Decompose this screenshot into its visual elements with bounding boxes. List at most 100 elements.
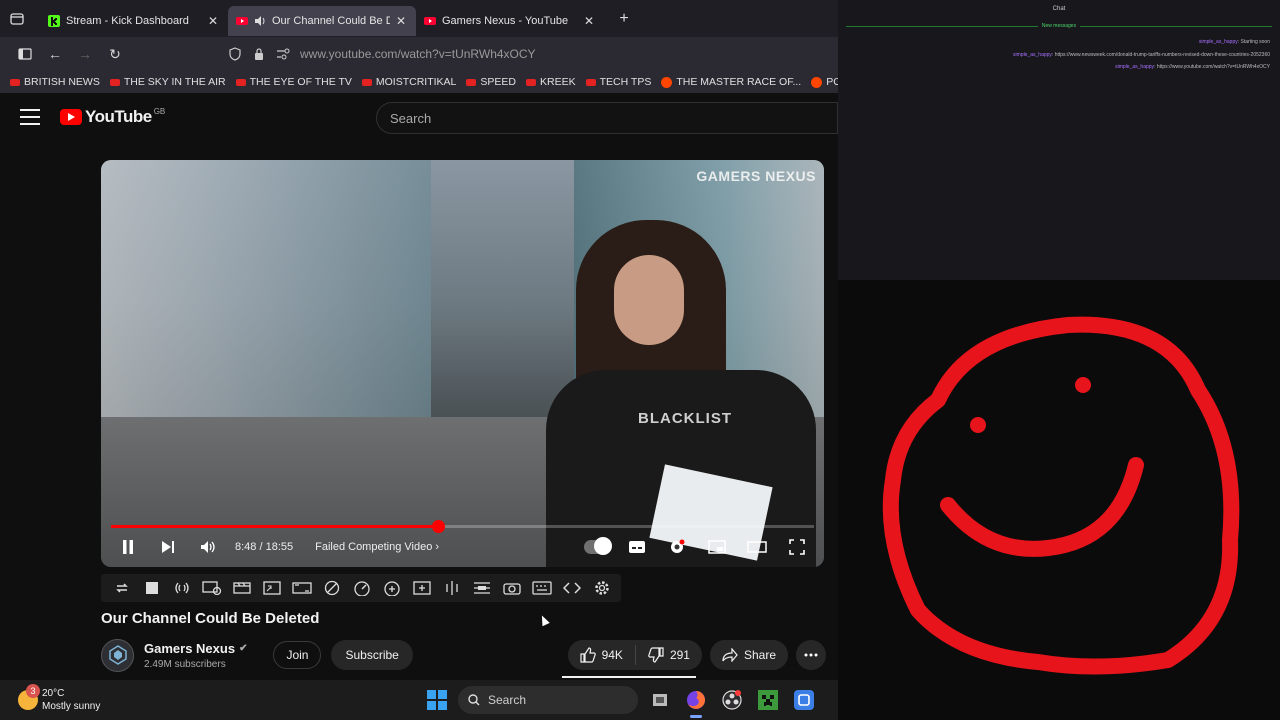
chat-username[interactable]: simple_as_happy [1115,64,1154,70]
more-actions-icon[interactable] [796,640,826,670]
firefox-icon[interactable] [682,686,710,718]
share-button[interactable]: Share [709,640,788,670]
enhancer-toolbar [101,574,621,602]
youtube-logo[interactable]: YouTube GB [60,107,165,127]
back-arrow-icon[interactable]: ← [40,41,70,67]
close-icon[interactable]: ✕ [394,14,408,28]
film-icon[interactable] [231,578,252,599]
search-input[interactable]: Search [376,102,838,134]
speaker-icon[interactable] [254,15,266,27]
tab-kick-dashboard[interactable]: Stream - Kick Dashboard ✕ [40,6,228,36]
screenshot-camera-icon[interactable] [501,578,522,599]
lock-icon[interactable] [252,47,266,61]
tab-list-icon[interactable] [6,8,28,30]
bookmark-item[interactable]: THE EYE OF THE TV [235,76,352,88]
bookmark-item[interactable]: BRITISH NEWS [10,76,100,88]
chat-username[interactable]: simple_as_happy [1199,39,1238,45]
bookmark-label: BRITISH NEWS [24,76,100,88]
stop-icon[interactable] [141,578,162,599]
menu-icon[interactable] [20,109,40,125]
bookmark-item[interactable]: THE MASTER RACE OF... [661,76,801,88]
bookmark-item[interactable]: MOISTCRITIKAL [361,76,456,88]
popup-player-icon[interactable] [471,578,492,599]
keyboard-icon[interactable] [531,578,552,599]
kick-icon [48,14,60,27]
windows-start-icon[interactable] [424,687,450,713]
close-icon[interactable]: ✕ [206,14,220,28]
volume-icon[interactable] [195,534,221,560]
gear-icon[interactable] [591,578,612,599]
tab-gamers-nexus[interactable]: Gamers Nexus - YouTube ✕ [416,6,604,36]
chat-text: Starting soon [1240,39,1270,45]
task-view-icon[interactable] [646,686,674,714]
channel-info: Gamers Nexus ✔ 2.49M subscribers [144,641,247,670]
youtube-icon [585,78,596,86]
theater-mode-icon[interactable] [744,534,770,560]
cinema-view-icon[interactable] [201,578,222,599]
youtube-icon [236,15,248,27]
address-bar[interactable]: www.youtube.com/watch?v=tUnRWh4xOCY [228,41,828,67]
new-tab-plus-icon[interactable]: + [612,7,636,31]
bookmark-label: SPEED [480,76,517,88]
speed-control-icon[interactable] [381,578,402,599]
mirror-icon[interactable] [441,578,462,599]
forward-arrow-icon[interactable]: → [70,41,100,67]
thumbs-down-icon [648,647,664,663]
bookmark-item[interactable]: KREEK [526,76,576,88]
subscribe-button[interactable]: Subscribe [331,640,413,670]
subtitles-icon[interactable] [624,534,650,560]
minecraft-icon[interactable] [754,686,782,714]
join-button[interactable]: Join [273,641,322,669]
dislike-button[interactable]: 291 [636,640,702,670]
pause-icon[interactable] [115,534,141,560]
code-icon[interactable] [561,578,582,599]
chat-username[interactable]: simple_as_happy [1013,52,1052,58]
like-button[interactable]: 94K [568,640,635,670]
next-icon[interactable] [155,534,181,560]
fullscreen-icon[interactable] [784,534,810,560]
chapter-title[interactable]: Failed Competing Video › [315,541,439,553]
weather-condition: Mostly sunny [42,701,101,712]
channel-avatar[interactable] [101,638,134,672]
remote-app-icon[interactable] [790,686,818,714]
weather-widget[interactable]: 3 20°C Mostly sunny [18,684,101,713]
video-player[interactable]: BLACKLIST GAMERS NEXUS 8:48 / 18:55 Fail… [101,160,824,567]
ad-block-icon[interactable] [321,578,342,599]
tab-bar: Stream - Kick Dashboard ✕ Our Channel Co… [0,0,838,37]
volume-boost-icon[interactable] [411,578,432,599]
shield-icon[interactable] [228,47,242,61]
tab-label: Our Channel Could Be Deleted [272,14,390,27]
bookmark-item[interactable]: THE SKY IN THE AIR [109,76,226,88]
youtube-header: YouTube GB Search [0,93,838,141]
thumbs-up-icon [579,647,596,663]
expand-icon[interactable] [261,578,282,599]
verified-check-icon: ✔ [239,642,248,654]
reddit-icon [661,76,673,88]
country-code: GB [153,106,166,116]
screen-size-icon[interactable] [291,578,312,599]
settings-gear-icon[interactable] [664,534,690,560]
sidebar-toggle-icon[interactable] [10,41,40,67]
tab-label: Gamers Nexus - YouTube [442,14,569,27]
bookmark-item[interactable]: TECH TPS [585,76,651,88]
speed-gauge-icon[interactable] [351,578,372,599]
broadcast-icon[interactable] [171,578,192,599]
channel-name[interactable]: Gamers Nexus ✔ [144,641,247,656]
youtube-icon [526,78,537,86]
tab-our-channel[interactable]: Our Channel Could Be Deleted ✕ [228,5,416,36]
subscriber-count: 2.49M subscribers [144,658,226,670]
miniplayer-icon[interactable] [704,534,730,560]
close-icon[interactable]: ✕ [582,14,596,28]
video-title: Our Channel Could Be Deleted [101,610,320,627]
time-display: 8:48 / 18:55 [235,541,294,553]
bookmark-item[interactable]: SPEED [466,76,516,88]
weather-alert-badge: 3 [26,684,40,698]
obs-studio-icon[interactable] [718,686,746,714]
autoplay-toggle[interactable] [584,534,612,560]
loop-icon[interactable] [111,578,132,599]
reload-icon[interactable]: ↻ [100,41,130,67]
bookmark-label: THE SKY IN THE AIR [123,76,226,88]
new-messages-label: New messages [838,23,1280,29]
permissions-icon[interactable] [276,47,290,61]
taskbar-search[interactable]: Search [458,686,638,714]
